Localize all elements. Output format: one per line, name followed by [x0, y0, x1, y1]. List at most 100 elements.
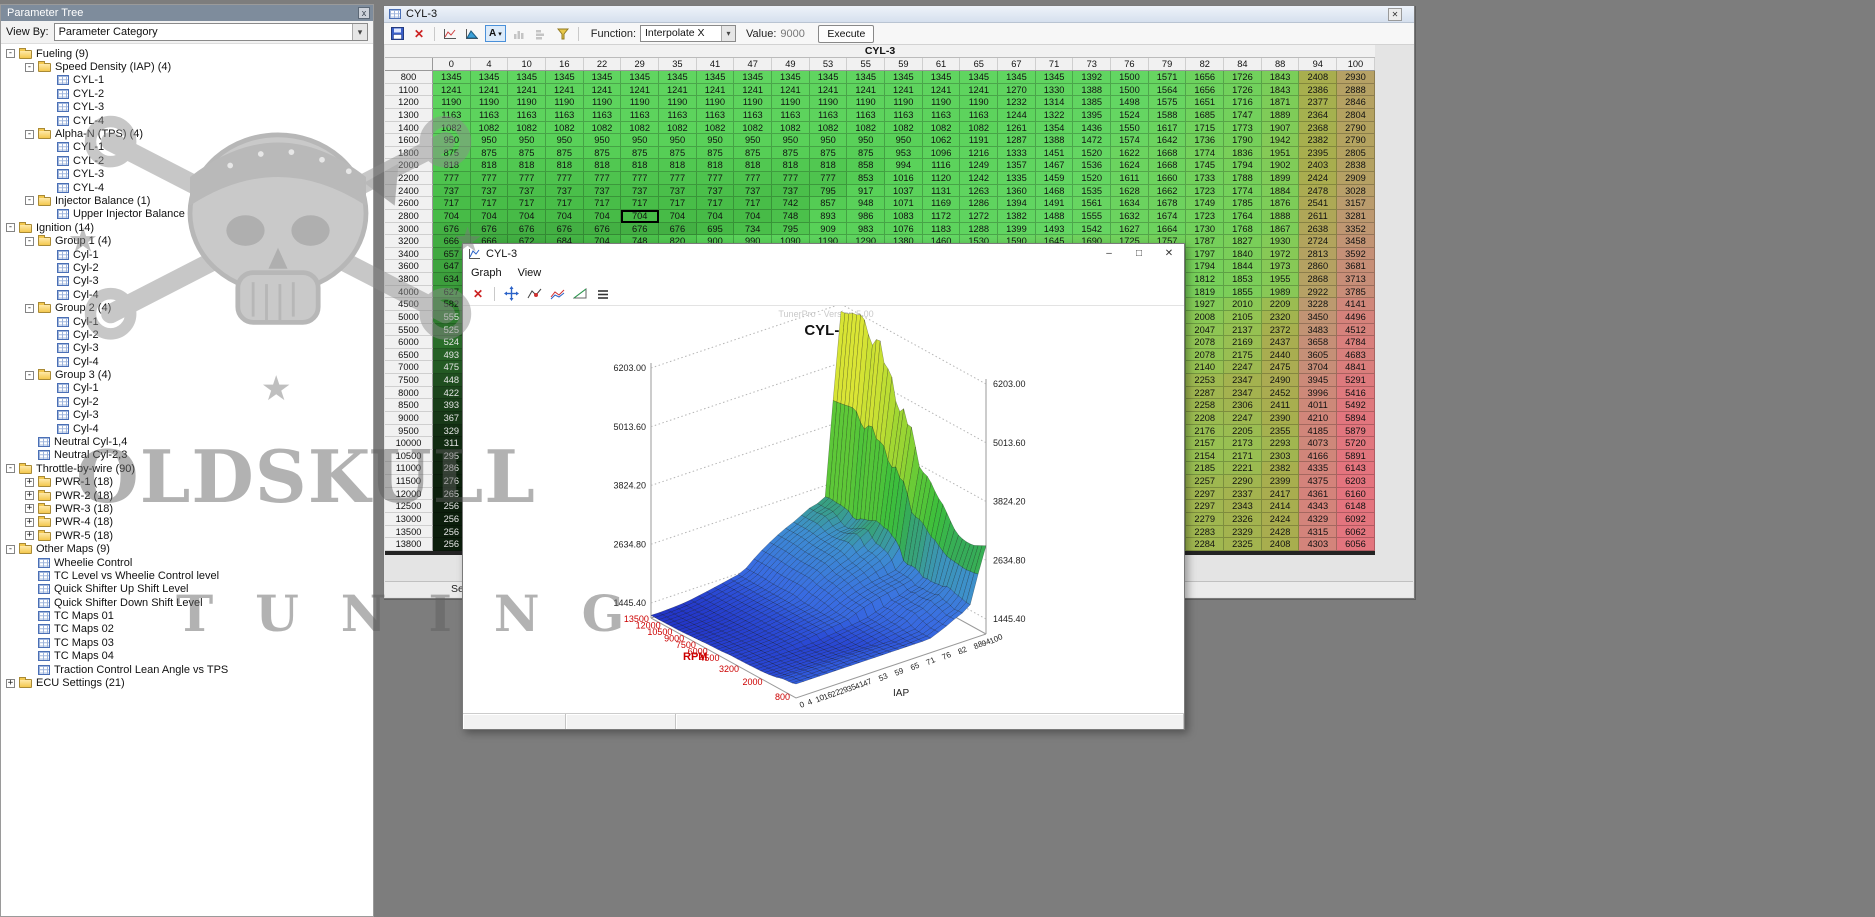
panel-close-icon[interactable]: x	[358, 7, 370, 19]
table-cell[interactable]: 909	[810, 223, 848, 236]
table-cell[interactable]: 717	[584, 197, 622, 210]
filter-button[interactable]	[554, 25, 572, 43]
tree-item[interactable]: -Ignition (14)	[1, 221, 373, 234]
table-cell[interactable]: 704	[546, 210, 584, 223]
table-cell[interactable]: 1989	[1262, 286, 1300, 299]
table-cell[interactable]: 2417	[1262, 488, 1300, 501]
table-cell[interactable]: 1617	[1149, 122, 1187, 135]
table-cell[interactable]: 777	[508, 172, 546, 185]
table-cell[interactable]: 1656	[1186, 84, 1224, 97]
table-cell[interactable]: 777	[772, 172, 810, 185]
table-cell[interactable]: 1083	[885, 210, 923, 223]
table-cell[interactable]: 1190	[621, 96, 659, 109]
row-header[interactable]: 11000	[385, 462, 433, 475]
table-cell[interactable]: 2408	[1299, 71, 1337, 84]
legend-button[interactable]	[594, 285, 612, 303]
table-cell[interactable]: 1927	[1186, 298, 1224, 311]
table-cell[interactable]: 737	[584, 185, 622, 198]
table-cell[interactable]: 1535	[1073, 185, 1111, 198]
table-cell[interactable]: 1354	[1036, 122, 1074, 135]
table-cell[interactable]: 737	[621, 185, 659, 198]
table-cell[interactable]: 2253	[1186, 374, 1224, 387]
table-cell[interactable]: 2205	[1224, 425, 1262, 438]
tree-item[interactable]: +PWR-1 (18)	[1, 476, 373, 489]
table-cell[interactable]: 2541	[1299, 197, 1337, 210]
table-cell[interactable]: 3157	[1337, 197, 1375, 210]
table-cell[interactable]: 1163	[621, 109, 659, 122]
table-cell[interactable]: 1345	[1036, 71, 1074, 84]
table-cell[interactable]: 5879	[1337, 425, 1375, 438]
table-cell[interactable]: 950	[734, 134, 772, 147]
table-cell[interactable]: 1345	[923, 71, 961, 84]
table-cell[interactable]: 950	[697, 134, 735, 147]
table-cell[interactable]: 676	[546, 223, 584, 236]
table-cell[interactable]: 2408	[1262, 538, 1300, 551]
table-cell[interactable]: 3996	[1299, 387, 1337, 400]
table-cell[interactable]: 1190	[546, 96, 584, 109]
table-cell[interactable]: 986	[847, 210, 885, 223]
table-cell[interactable]: 4073	[1299, 437, 1337, 450]
table-cell[interactable]: 1674	[1149, 210, 1187, 223]
table-cell[interactable]: 1345	[659, 71, 697, 84]
row-header[interactable]: 3200	[385, 235, 433, 248]
row-header[interactable]: 2800	[385, 210, 433, 223]
table-cell[interactable]: 818	[772, 159, 810, 172]
table-cell[interactable]: 6203	[1337, 475, 1375, 488]
row-header[interactable]: 2000	[385, 159, 433, 172]
table-cell[interactable]: 1797	[1186, 248, 1224, 261]
table-cell[interactable]: 858	[847, 159, 885, 172]
table-cell[interactable]: 717	[734, 197, 772, 210]
graph-close-button[interactable]: ✕	[469, 285, 487, 303]
table-cell[interactable]: 875	[621, 147, 659, 160]
table-cell[interactable]: 857	[810, 197, 848, 210]
table-cell[interactable]: 2838	[1337, 159, 1375, 172]
table-cell[interactable]: 1768	[1224, 223, 1262, 236]
table-cell[interactable]: 1345	[734, 71, 772, 84]
table-cell[interactable]: 795	[772, 223, 810, 236]
table-cell[interactable]: 1773	[1224, 122, 1262, 135]
table-cell[interactable]: 1660	[1149, 172, 1187, 185]
table-window-titlebar[interactable]: CYL-3 ✕	[384, 6, 1414, 23]
table-cell[interactable]: 777	[621, 172, 659, 185]
table-cell[interactable]: 1774	[1186, 147, 1224, 160]
table-cell[interactable]: 875	[584, 147, 622, 160]
table-cell[interactable]: 1656	[1186, 71, 1224, 84]
table-cell[interactable]: 818	[508, 159, 546, 172]
table-cell[interactable]: 1288	[960, 223, 998, 236]
table-cell[interactable]: 704	[697, 210, 735, 223]
tree-item[interactable]: Quick Shifter Up Shift Level	[1, 583, 373, 596]
tree-item[interactable]: -Other Maps (9)	[1, 542, 373, 555]
tree-item[interactable]: Wheelie Control	[1, 556, 373, 569]
row-header[interactable]: 3000	[385, 223, 433, 236]
table-cell[interactable]: 1071	[885, 197, 923, 210]
tree-item[interactable]: Quick Shifter Down Shift Level	[1, 596, 373, 609]
table-cell[interactable]: 2306	[1224, 399, 1262, 412]
tree-item[interactable]: -Group 3 (4)	[1, 368, 373, 381]
close-icon[interactable]: ✕	[1154, 245, 1184, 263]
tree-item[interactable]: Cyl-2	[1, 395, 373, 408]
table-cell[interactable]: 1973	[1262, 260, 1300, 273]
table-cell[interactable]: 1082	[546, 122, 584, 135]
table-cell[interactable]: 4166	[1299, 450, 1337, 463]
table-cell[interactable]: 1190	[847, 96, 885, 109]
table-cell[interactable]: 3281	[1337, 210, 1375, 223]
table-cell[interactable]: 1241	[923, 84, 961, 97]
collapse-icon[interactable]: -	[25, 130, 34, 139]
row-header[interactable]: 10000	[385, 437, 433, 450]
table-cell[interactable]: 1542	[1073, 223, 1111, 236]
tree-item[interactable]: Cyl-1	[1, 248, 373, 261]
table-cell[interactable]: 1190	[659, 96, 697, 109]
tree-item[interactable]: -Throttle-by-wire (90)	[1, 462, 373, 475]
table-cell[interactable]: 1241	[810, 84, 848, 97]
table-cell[interactable]: 2208	[1186, 412, 1224, 425]
table-cell[interactable]: 818	[471, 159, 509, 172]
table-cell[interactable]: 1120	[923, 172, 961, 185]
table-cell[interactable]: 3228	[1299, 298, 1337, 311]
column-header[interactable]: 79	[1149, 58, 1187, 70]
row-header[interactable]: 800	[385, 71, 433, 84]
collapse-icon[interactable]: -	[6, 464, 15, 473]
table-cell[interactable]: 1884	[1262, 185, 1300, 198]
column-header[interactable]: 47	[734, 58, 772, 70]
line-chart-view-button[interactable]	[441, 25, 459, 43]
table-cell[interactable]: 1399	[998, 223, 1036, 236]
